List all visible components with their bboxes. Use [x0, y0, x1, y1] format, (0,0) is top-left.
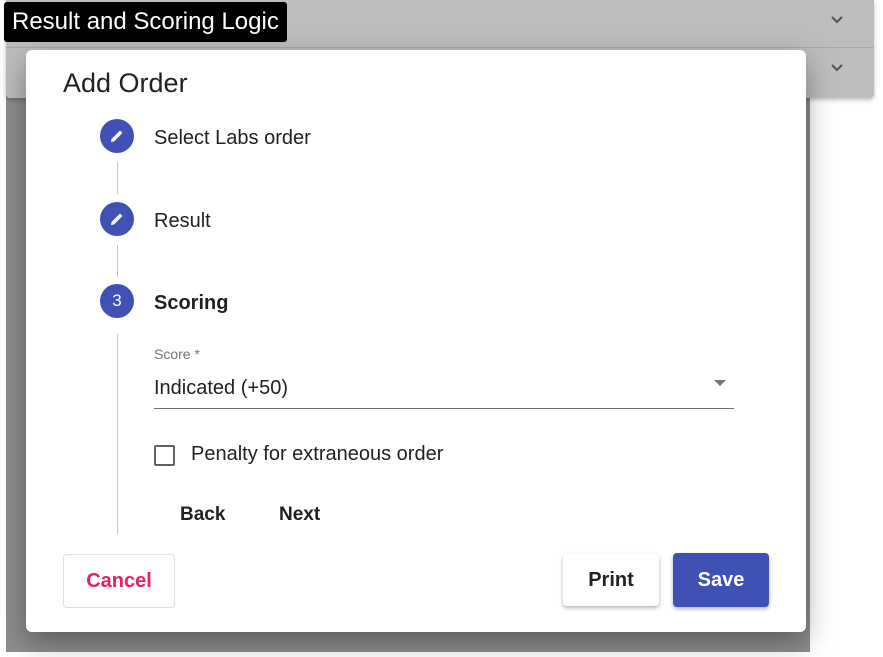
- step-3-label: Scoring: [154, 292, 229, 314]
- print-button[interactable]: Print: [563, 554, 659, 606]
- step-connector: [117, 245, 118, 277]
- save-button[interactable]: Save: [673, 553, 769, 607]
- add-order-dialog: Add Order Select Labs order Result 3 Sco…: [26, 50, 806, 632]
- pencil-icon: [111, 130, 123, 142]
- chevron-down-icon[interactable]: [830, 13, 844, 27]
- penalty-checkbox-label[interactable]: Penalty for extraneous order: [191, 443, 443, 466]
- pencil-icon: [111, 213, 123, 225]
- score-value: Indicated (+50): [154, 377, 288, 399]
- step-2-edit-icon[interactable]: [100, 202, 134, 236]
- chevron-down-icon[interactable]: [830, 61, 844, 75]
- dialog-title: Add Order: [63, 68, 188, 98]
- back-button[interactable]: Back: [170, 498, 235, 532]
- step-2-label[interactable]: Result: [154, 209, 211, 233]
- next-button[interactable]: Next: [269, 498, 330, 532]
- step-3-number-badge: 3: [100, 284, 134, 318]
- cancel-button[interactable]: Cancel: [63, 554, 175, 608]
- score-select[interactable]: Indicated (+50): [154, 368, 734, 409]
- step-1-label[interactable]: Select Labs order: [154, 126, 311, 150]
- background-divider: [6, 47, 874, 48]
- score-label: Score *: [154, 346, 200, 362]
- step-connector: [117, 162, 118, 194]
- penalty-checkbox[interactable]: [154, 445, 175, 466]
- step-1-edit-icon[interactable]: [100, 119, 134, 153]
- dropdown-arrow-icon: [714, 380, 726, 386]
- step-content-line: [117, 334, 118, 534]
- background-section-title: Result and Scoring Logic: [4, 2, 287, 42]
